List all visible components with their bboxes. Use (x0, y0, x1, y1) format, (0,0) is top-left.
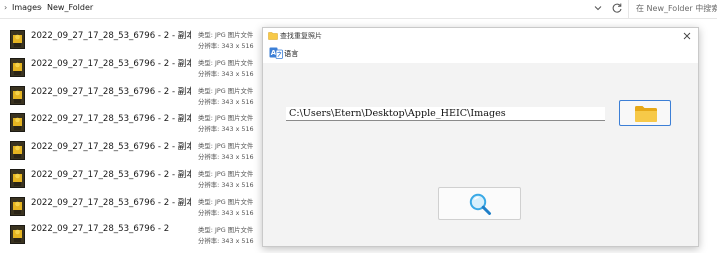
file-resolution: 分辨率: 343 x 516 (198, 181, 254, 189)
image-thumbnail-icon (10, 57, 25, 77)
file-row[interactable]: 2022_09_27_17_28_53_6796 - 2 - 副本 ... 类型:… (0, 138, 262, 165)
breadcrumb-images[interactable]: Images (12, 3, 41, 12)
file-name[interactable]: 2022_09_27_17_28_53_6796 - 2 - 副本 ... (31, 57, 191, 69)
refresh-icon[interactable] (610, 1, 624, 15)
file-name[interactable]: 2022_09_27_17_28_53_6796 - 2 - 副本 ... (31, 168, 191, 180)
file-type: 类型: JPG 图片文件 (198, 197, 254, 206)
file-name[interactable]: 2022_09_27_17_28_53_6796 - 2 (31, 224, 191, 234)
image-thumbnail-icon (10, 169, 25, 188)
file-row[interactable]: 2022_09_27_17_28_53_6796 - 2 类型: JPG 图片文件… (0, 222, 262, 249)
file-name[interactable]: 2022_09_27_17_28_53_6796 - 2 - 副本 ... (31, 112, 191, 124)
dialog-titlebar: 查找重复照片 (263, 28, 698, 44)
file-type: 类型: JPG 图片文件 (198, 142, 254, 151)
image-thumbnail-icon (10, 30, 25, 49)
file-resolution: 分辨率: 343 x 516 (198, 208, 254, 217)
image-thumbnail-icon (10, 113, 25, 133)
file-type: 类型: JPG 图片文件 (198, 58, 254, 67)
file-resolution: 分辨率: 343 x 516 (198, 69, 254, 78)
app-folder-icon (268, 32, 278, 40)
file-type: 类型: JPG 图片文件 (198, 114, 254, 123)
folder-icon (635, 106, 657, 122)
file-row[interactable]: 2022_09_27_17_28_53_6796 - 2 - 副本 ... 类型:… (0, 110, 262, 137)
file-resolution: 分辨率: 343 x 516 (198, 236, 254, 245)
file-type: 类型: JPG 图片文件 (198, 170, 254, 178)
file-resolution: 分辨率: 343 x 516 (198, 153, 254, 162)
file-row[interactable]: 2022_09_27_17_28_53_6796 - 2 - 副本 ... 类型:… (0, 166, 262, 193)
breadcrumb-chevron-icon[interactable]: › (4, 3, 7, 12)
image-thumbnail-icon (10, 85, 25, 105)
image-thumbnail-icon (10, 141, 25, 161)
file-name[interactable]: 2022_09_27_17_28_53_6796 - 2 - 副本 ... (31, 140, 191, 152)
menu-language-label: 语言 (284, 49, 299, 58)
browse-folder-button[interactable] (619, 100, 671, 126)
file-type: 类型: JPG 图片文件 (198, 86, 254, 95)
address-bar[interactable]: › Images › New_Folder 在 New_Folder 中搜索 (0, 0, 717, 19)
file-row[interactable]: 2022_09_27_17_28_53_6796 - 2 - 副本 ... 类型:… (0, 83, 262, 110)
file-row[interactable]: 2022_09_27_17_28_53_6796 - 2 - 副本 类型: JPG… (0, 194, 262, 221)
dialog-title: 查找重复照片 (280, 32, 322, 40)
file-type: 类型: JPG 图片文件 (198, 225, 254, 234)
image-thumbnail-icon (10, 196, 25, 216)
file-resolution: 分辨率: 343 x 516 (198, 125, 254, 134)
close-icon[interactable] (681, 30, 693, 42)
file-row[interactable]: 2022_09_27_17_28_53_6796 - 2 - 副本 ... 类型:… (0, 27, 262, 54)
magnifier-icon (469, 193, 491, 215)
file-name[interactable]: 2022_09_27_17_28_53_6796 - 2 - 副本 ... (31, 29, 191, 41)
translate-icon: A (269, 47, 283, 59)
file-name[interactable]: 2022_09_27_17_28_53_6796 - 2 - 副本 ... (31, 85, 191, 97)
menu-language[interactable]: A 语言 (269, 47, 309, 60)
folder-path-input[interactable] (286, 107, 605, 121)
search-duplicates-button[interactable] (438, 187, 521, 220)
file-resolution: 分辨率: 343 x 516 (198, 42, 254, 50)
image-thumbnail-icon (10, 224, 25, 244)
breadcrumb-new-folder[interactable]: New_Folder (47, 3, 93, 12)
file-name[interactable]: 2022_09_27_17_28_53_6796 - 2 - 副本 (31, 196, 191, 208)
chevron-down-icon[interactable] (592, 2, 604, 14)
file-resolution: 分辨率: 343 x 516 (198, 97, 254, 106)
address-divider (628, 0, 629, 18)
file-type: 类型: JPG 图片文件 (198, 31, 254, 39)
search-input[interactable]: 在 New_Folder 中搜索 (636, 3, 717, 14)
breadcrumb-separator-icon: › (39, 3, 43, 12)
find-duplicates-dialog: 查找重复照片 A 语言 (262, 27, 699, 247)
file-row[interactable]: 2022_09_27_17_28_53_6796 - 2 - 副本 ... 类型:… (0, 55, 262, 82)
dialog-menubar: A 语言 (263, 44, 698, 63)
